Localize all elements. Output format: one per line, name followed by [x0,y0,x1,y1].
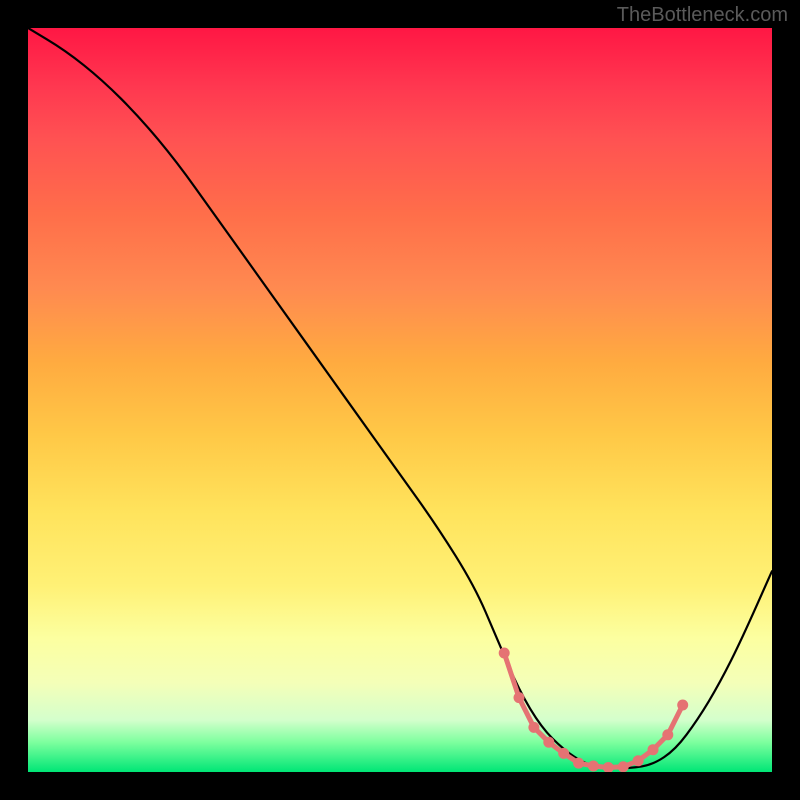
marker-dot [633,755,644,766]
marker-dot [648,744,659,755]
marker-dot [514,692,525,703]
marker-dot [677,700,688,711]
marker-segment [653,735,668,750]
marker-dot [618,761,629,772]
highlight-markers [499,648,689,773]
marker-segment [534,727,549,742]
marker-dot [603,762,614,772]
marker-segment [638,750,653,761]
marker-segment [579,763,594,766]
marker-segment [623,761,638,767]
chart-plot-area [28,28,772,772]
marker-dot [528,722,539,733]
marker-dot [558,748,569,759]
watermark-text: TheBottleneck.com [617,4,788,27]
marker-dot [499,648,510,659]
marker-segment [549,742,564,753]
marker-dot [588,761,599,772]
bottleneck-curve [28,28,772,768]
marker-dot [573,758,584,769]
marker-segment [593,766,608,768]
marker-segment [519,698,534,728]
marker-dot [543,737,554,748]
marker-segment [564,753,579,763]
chart-svg [28,28,772,772]
marker-segment [504,653,519,698]
marker-segment [608,767,623,768]
marker-dot [662,729,673,740]
marker-segment [668,705,683,735]
